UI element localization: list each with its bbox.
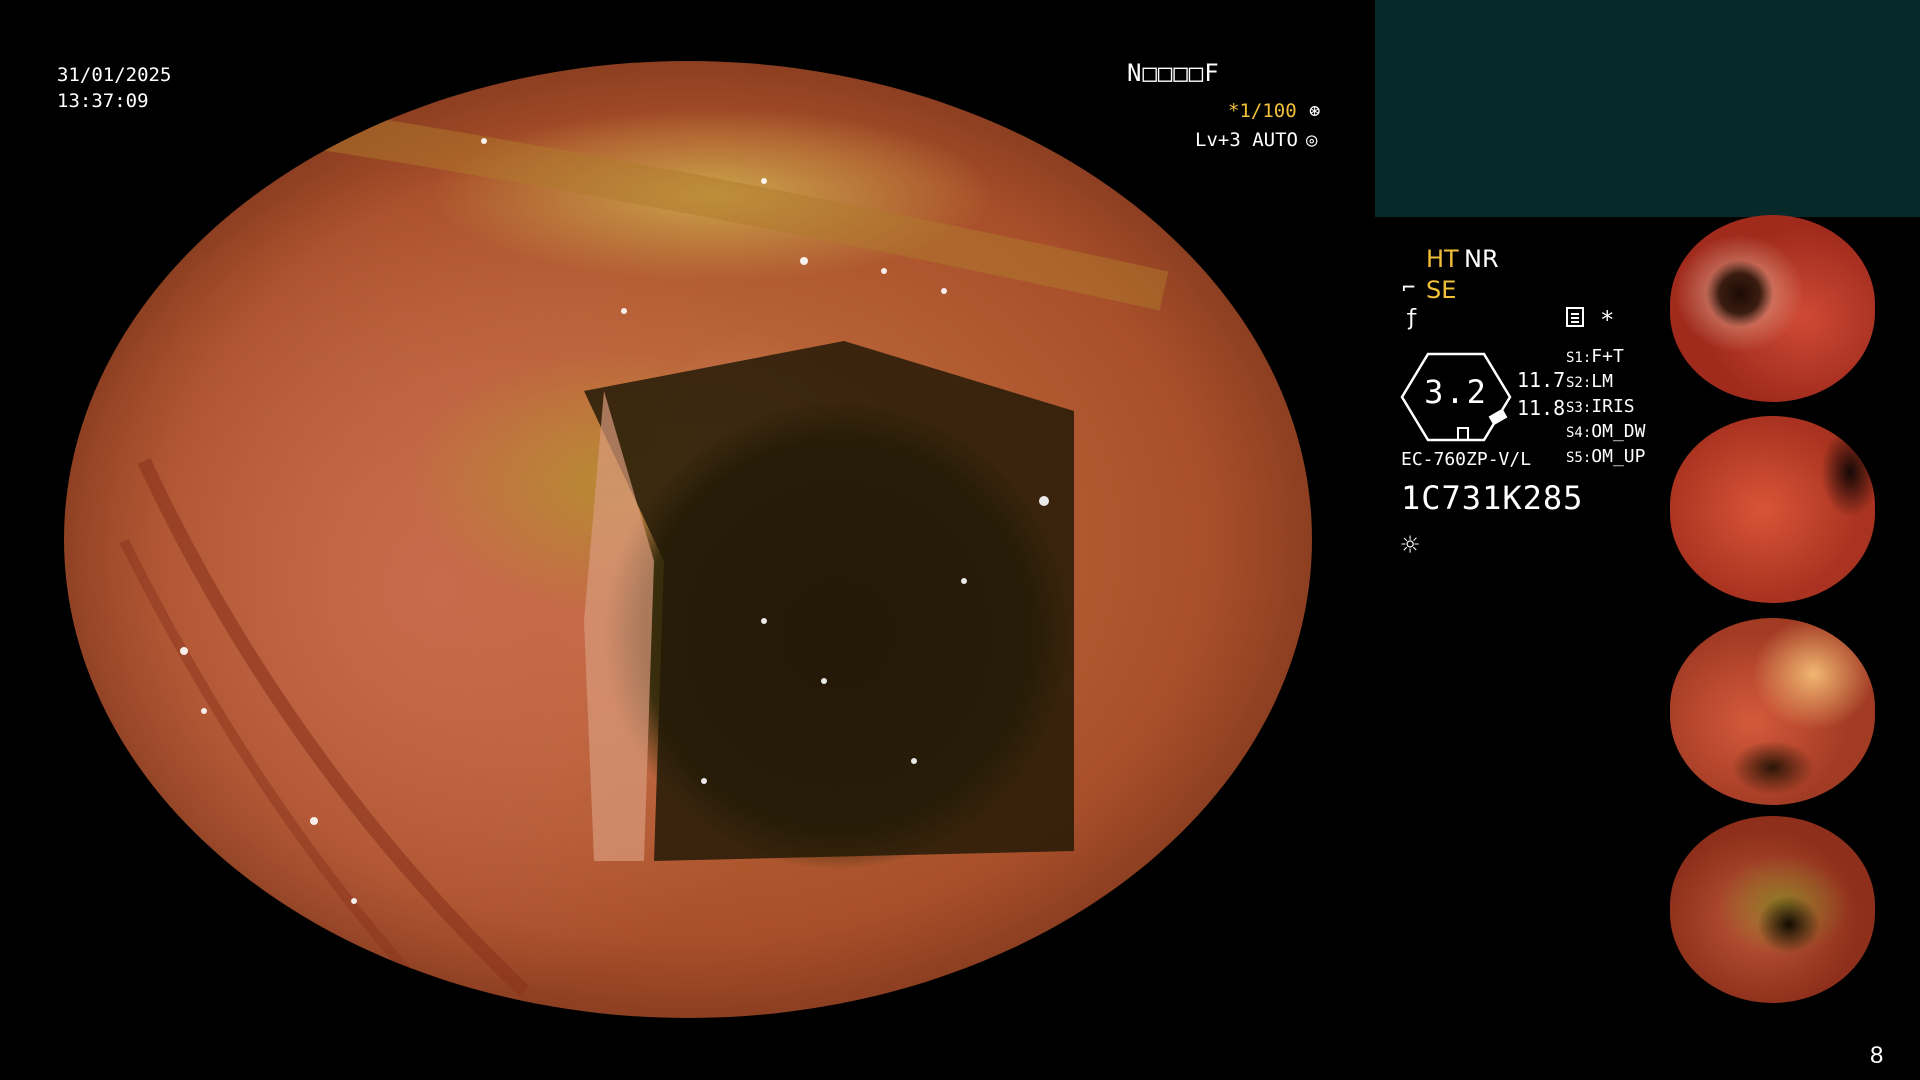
light-icon: ☼: [1401, 528, 1420, 563]
mucosa-texture: [119, 98, 1169, 1015]
setting-value: F+T: [1591, 346, 1624, 367]
ht-indicator: HT: [1426, 245, 1459, 273]
setting-row: S1:F+T: [1566, 344, 1624, 371]
page-number: 8: [1870, 1042, 1884, 1069]
scope-model: EC-760ZP-V/L: [1401, 449, 1532, 470]
nr-indicator: NR: [1464, 245, 1499, 273]
thumbnail-image[interactable]: [1670, 416, 1875, 603]
setting-key: S5:: [1566, 450, 1592, 466]
setting-key: S2:: [1566, 375, 1592, 391]
asterisk-icon: *: [1600, 306, 1615, 334]
setting-key: S3:: [1566, 400, 1592, 416]
setting-value: IRIS: [1591, 396, 1635, 417]
time-readout: 13:37:09: [57, 90, 149, 112]
date-readout: 31/01/2025: [57, 64, 172, 86]
info-header-panel: [1375, 0, 1920, 217]
setting-row: S4:OM_DW: [1566, 419, 1645, 446]
setting-row: S3:IRIS: [1566, 394, 1635, 421]
setting-key: S1:: [1566, 350, 1592, 366]
se-indicator: SE: [1426, 276, 1457, 304]
scope-serial: 1C731K285: [1401, 479, 1584, 517]
endoscopic-view: [64, 61, 1312, 1018]
setting-value: LM: [1591, 371, 1613, 392]
zoom-value: 3.2: [1424, 373, 1488, 411]
setting-value: OM_DW: [1591, 421, 1646, 442]
setting-key: S4:: [1566, 425, 1592, 441]
value-a: 11.7: [1517, 368, 1566, 392]
iris-icon: ◎: [1306, 129, 1318, 151]
value-b: 11.8: [1517, 396, 1566, 420]
setting-row: S2:LM: [1566, 369, 1613, 396]
brightness-level: Lv+3 AUTO: [1195, 129, 1298, 151]
thumbnail-image[interactable]: [1670, 215, 1875, 402]
thumbnail-image[interactable]: [1670, 816, 1875, 1003]
patient-code: N□□□□F: [1127, 59, 1220, 87]
shutter-speed: *1/100: [1228, 100, 1297, 122]
structure-enhancement-icon: ⌐: [1402, 276, 1416, 301]
aperture-icon: ⊛: [1309, 100, 1321, 122]
record-icon: [1566, 307, 1584, 327]
thumbnail-image[interactable]: [1670, 618, 1875, 805]
setting-row: S5:OM_UP: [1566, 444, 1645, 471]
setting-value: OM_UP: [1591, 446, 1646, 467]
filter-icon: ƒ: [1405, 306, 1419, 331]
